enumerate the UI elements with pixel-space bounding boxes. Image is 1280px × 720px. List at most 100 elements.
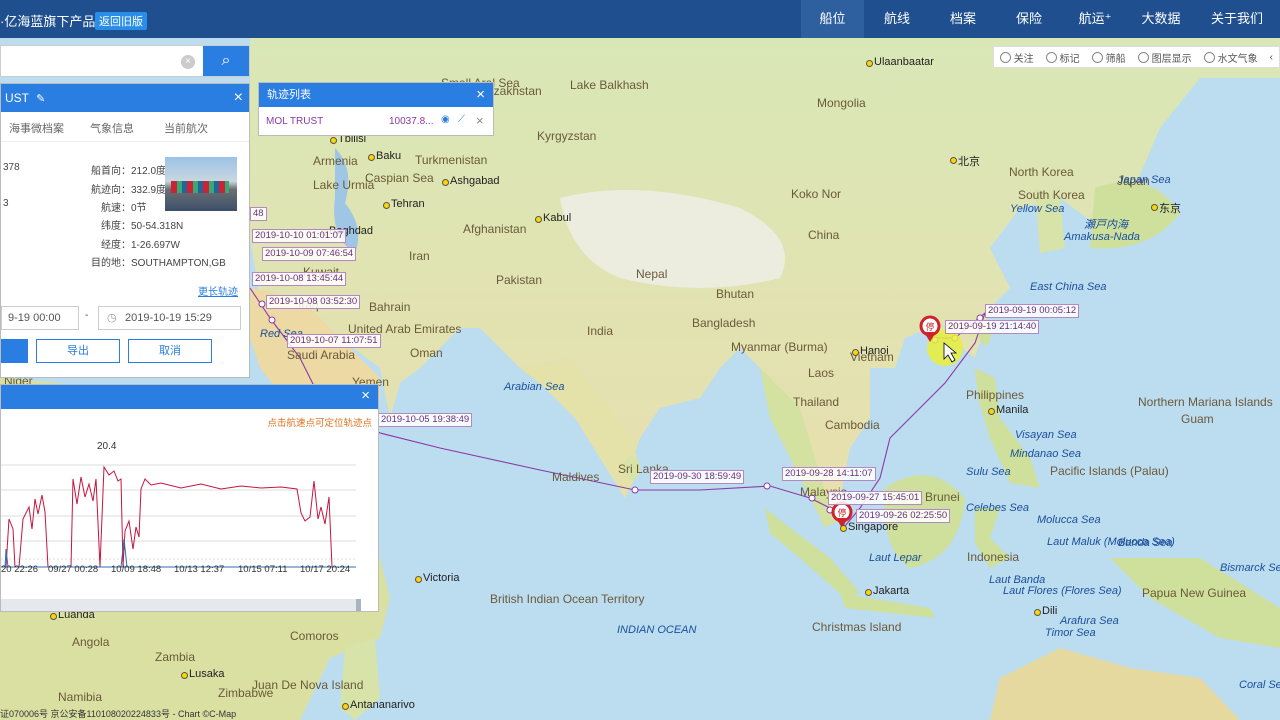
nav-item[interactable]: 航线 (864, 0, 930, 38)
track-point-label[interactable]: 2019-09-28 14:11:07 (782, 467, 876, 481)
tool-icon (1091, 51, 1103, 63)
map-tool-button[interactable]: 标记 (1040, 50, 1086, 65)
speed-chart-panel: × 点击航速点可定位轨迹点 20.4 20 22:26 09/27 00:28 10… (0, 384, 379, 612)
tab-maritime-archive[interactable]: 海事微档案 (1, 112, 72, 141)
ship-tabs: 海事微档案 气象信息 当前航次 (1, 112, 249, 142)
map-sea-label: Coral Sea (1239, 679, 1280, 691)
search-input[interactable] (1, 46, 201, 76)
map-region-label: Turkmenistan (415, 153, 488, 167)
map-sea-label: Mindanao Sea (1010, 448, 1081, 460)
track-point-label[interactable]: 2019-09-19 00:05:12 (985, 304, 1080, 318)
close-icon[interactable]: × (476, 83, 485, 107)
map-tool-label: 标记 (1059, 53, 1080, 65)
ship-photo[interactable] (165, 157, 237, 211)
track-point-label[interactable]: 2019-10-10 01:01:07 (252, 229, 347, 243)
map-region-label: Zambia (155, 650, 196, 664)
nav-item[interactable]: 档案 (930, 0, 996, 38)
map-region-label: Saudi Arabia (287, 348, 356, 362)
nav-item[interactable]: 大数据 (1128, 0, 1194, 38)
map-region-label: Christmas Island (812, 620, 902, 634)
track-point-label[interactable]: 2019-09-30 18:59:49 (650, 470, 745, 484)
destination-value: 目的地：SOUTHAMPTON,GB (91, 258, 226, 269)
tab-weather[interactable]: 气象信息 (82, 112, 142, 141)
map-region-label: Oman (410, 346, 443, 360)
search-icon: ⌕ (221, 52, 231, 69)
nav-item[interactable]: 船位 (801, 0, 864, 38)
nav-item[interactable]: 保险 (996, 0, 1062, 38)
x-tick-label: 10/17 20:24 (300, 564, 351, 575)
map-sea-label: Yellow Sea (1010, 203, 1065, 215)
clear-icon[interactable]: × (181, 55, 195, 69)
map-region-label: Angola (72, 635, 110, 649)
latitude-value: 纬度：50-54.318N (101, 221, 184, 232)
nav-item[interactable]: 关于我们 (1194, 0, 1280, 38)
export-button[interactable]: 导出 (36, 339, 120, 363)
ship-name: UST (5, 91, 29, 105)
track-point-label[interactable]: 2019-10-05 19:38:49 (378, 413, 473, 427)
speed-chart[interactable]: 20.4 (1, 409, 380, 613)
map-region-label: Comoros (290, 629, 339, 643)
chart-range-slider[interactable] (1, 599, 361, 611)
map-tool-label: 水文气象 (1217, 53, 1258, 65)
track-point-label[interactable]: 48 (250, 207, 267, 221)
track-point-label[interactable]: 2019-10-07 11:07:51 (287, 334, 381, 348)
track-point-label[interactable]: 2019-10-08 03:52:30 (266, 295, 361, 309)
delete-icon[interactable]: × (476, 113, 484, 128)
map-tool-button[interactable]: 水文气象 (1198, 50, 1264, 65)
eye-icon[interactable]: ◉ (441, 114, 450, 125)
ship-field-value: 378 (3, 162, 20, 173)
map-tool-button[interactable]: 图层显示 (1132, 50, 1198, 65)
cancel-button[interactable]: 取消 (128, 339, 212, 363)
longitude-value: 经度：1-26.697W (101, 240, 180, 251)
date-from-input[interactable]: 9-19 00:00 (1, 306, 79, 330)
map-tool-button[interactable]: 筛船 (1086, 50, 1132, 65)
close-icon[interactable]: × (234, 84, 243, 112)
map-copyright: 证070006号 京公安备110108020224833号 - Chart ©C… (0, 709, 237, 719)
map-city-label: Lusaka (181, 668, 224, 680)
heading-value: 船首向：212.0度 (91, 166, 167, 177)
map-toolbar: 关注 标记 筛船 图层显示 水文气象 ‹ (992, 46, 1280, 68)
edit-icon[interactable]: ✎ (36, 93, 45, 105)
map-region-label: Afghanistan (463, 222, 527, 236)
old-version-button[interactable]: 返回旧版 (95, 12, 147, 30)
track-point-label[interactable]: 2019-10-08 13:45:44 (252, 272, 347, 286)
map-region-label: Philippines (966, 388, 1025, 402)
search-button[interactable]: ⌕ (203, 46, 249, 76)
track-row[interactable]: MOL TRUST 10037.8... ◉ ⟋ × (259, 113, 493, 131)
map-region-label: Lake Balkhash (570, 78, 649, 92)
map-tool-label: 筛船 (1105, 53, 1126, 65)
map-sea-label: Laut Maluk (Molucca Sea) (1047, 536, 1175, 548)
track-list-title: 轨迹列表 (267, 89, 311, 101)
close-icon[interactable]: × (361, 387, 370, 404)
track-point-label[interactable]: 2019-09-19 21:14:40 (945, 320, 1040, 334)
top-nav-bar: ·亿海蓝旗下产品 | 返回旧版 船位 航线 档案 保险 航运⁺ 大数据 关于我们 (0, 0, 1280, 38)
map-region-label: Mongolia (817, 96, 866, 110)
map-region-label: Bangladesh (692, 316, 756, 330)
speed-chart-header: × (1, 385, 378, 409)
map-region-label: Indonesia (967, 550, 1020, 564)
tab-current-voyage[interactable]: 当前航次 (156, 112, 216, 141)
slider-handle[interactable] (356, 599, 361, 611)
map-sea-label: Arafura Sea (1060, 615, 1119, 627)
map-city-label: Manila (988, 404, 1028, 416)
map-city-label: Antananarivo (342, 699, 415, 711)
map-sea-label: Laut Flores (Flores Sea) (1003, 585, 1122, 597)
track-point-label[interactable]: 2019-10-09 07:46:54 (262, 247, 357, 261)
map-tool-button[interactable]: 关注 (994, 50, 1040, 65)
speed-value: 航速：0节 (101, 203, 147, 214)
track-point-label[interactable]: 2019-09-27 15:45:01 (828, 491, 923, 505)
track-point-label[interactable]: 2019-09-26 02:25:50 (856, 509, 951, 523)
map-region-label: Namibia (58, 690, 103, 704)
collapse-icon[interactable]: ‹ (1264, 52, 1279, 63)
map-region-label: Papua New Guinea (1142, 586, 1247, 600)
nav-item[interactable]: 航运⁺ (1062, 0, 1128, 38)
more-tracks-link[interactable]: 更长轨迹 (198, 283, 238, 298)
main-nav: 船位 航线 档案 保险 航运⁺ 大数据 关于我们 (801, 0, 1280, 38)
map-tool-label: 图层显示 (1151, 53, 1192, 65)
svg-text:停: 停 (837, 507, 846, 518)
chart-icon[interactable]: ⟋ (458, 114, 465, 125)
map-sea-label: INDIAN OCEAN (617, 624, 697, 636)
map-region-label: Myanmar (Burma) (731, 340, 828, 354)
query-button[interactable] (1, 339, 28, 363)
date-to-input[interactable]: ◷ 2019-10-19 15:29 (98, 306, 241, 330)
